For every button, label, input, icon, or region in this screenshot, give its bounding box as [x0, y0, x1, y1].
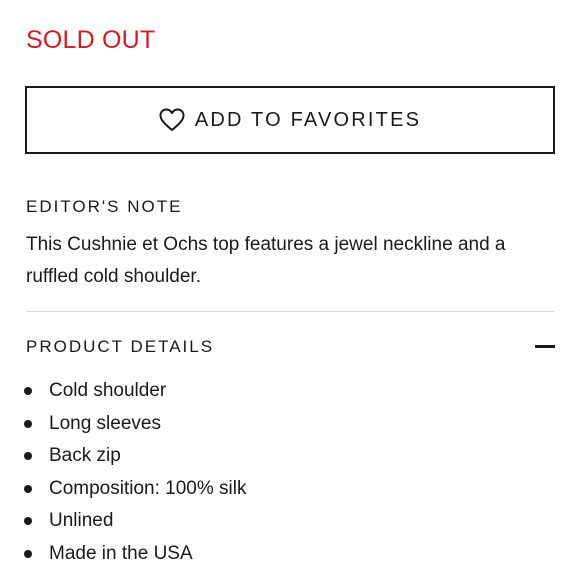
list-item-text: Back zip [49, 445, 121, 467]
list-item: Long sleeves [0, 408, 246, 441]
minus-icon [535, 345, 555, 348]
editors-note-text: This Cushnie et Ochs top features a jewe… [26, 234, 506, 287]
add-to-favorites-button[interactable]: ADD TO FAVORITES [25, 86, 555, 154]
list-item: Back zip [0, 440, 246, 473]
list-item-text: Made in the USA [49, 542, 193, 564]
list-item: Cold shoulder [0, 375, 246, 408]
bullet-icon [24, 419, 32, 428]
list-item-text: Unlined [49, 510, 114, 532]
bullet-icon [24, 387, 32, 395]
list-item: Composition: 100% silk [0, 473, 246, 506]
list-item: Unlined [0, 505, 246, 538]
bullet-icon [24, 484, 32, 493]
bullet-icon [24, 517, 32, 526]
list-item-text: Composition: 100% silk [49, 477, 247, 499]
collapse-details-button[interactable] [535, 336, 555, 358]
bullet-icon [24, 452, 32, 461]
list-item-text: Long sleeves [49, 412, 161, 434]
product-details-list: Cold shoulder Long sleeves Back zip Comp… [0, 375, 246, 571]
section-divider [26, 311, 555, 312]
sold-out-status: SOLD OUT [26, 26, 156, 54]
add-to-favorites-label: ADD TO FAVORITES [194, 109, 422, 131]
bullet-icon [24, 549, 32, 558]
list-item: Made in the USA [0, 538, 246, 571]
heart-outline-icon [159, 108, 185, 132]
editors-note-heading: EDITOR'S NOTE [26, 197, 183, 216]
product-info-panel: SOLD OUT ADD TO FAVORITES EDITOR'S NOTE … [0, 0, 580, 580]
list-item-text: Cold shoulder [49, 380, 167, 401]
product-details-heading[interactable]: PRODUCT DETAILS [26, 336, 214, 358]
